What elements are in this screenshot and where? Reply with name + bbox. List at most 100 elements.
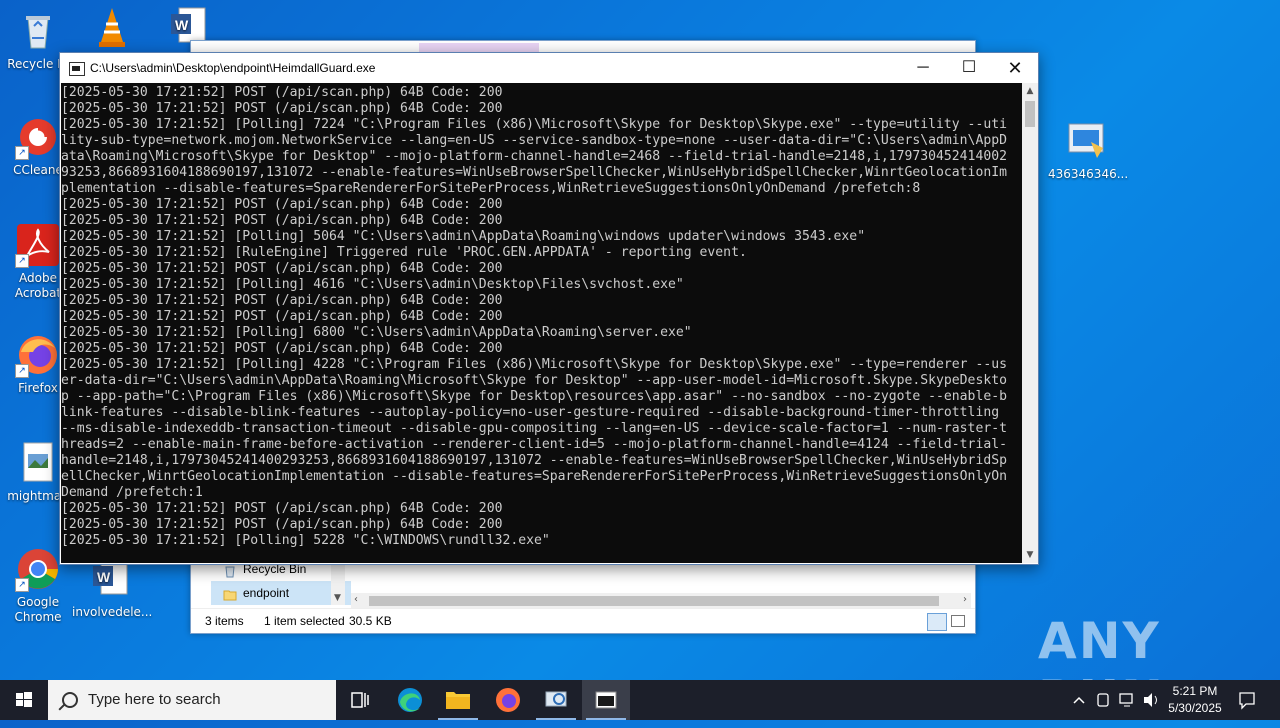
close-button[interactable]: ✕ <box>992 53 1038 83</box>
windows-logo-icon <box>16 692 32 707</box>
desktop-icon-label: involvedele... <box>72 605 153 619</box>
nav-scrollbar[interactable]: ▼ <box>331 561 345 605</box>
vlc-cone-icon <box>89 4 135 50</box>
notifications-button[interactable] <box>1234 680 1260 720</box>
taskbar-console[interactable] <box>582 680 630 720</box>
clock-date: 5/30/2025 <box>1168 701 1222 715</box>
taskbar-file-explorer[interactable] <box>434 680 482 720</box>
chevron-up-icon <box>1073 696 1085 704</box>
console-window[interactable]: C:\Users\admin\Desktop\endpoint\Heimdall… <box>59 52 1039 565</box>
start-button[interactable] <box>0 680 48 720</box>
image-file-icon <box>15 440 61 486</box>
console-line: ata\Roaming\Microsoft\Skype for Desktop"… <box>61 149 1007 164</box>
taskbar-app-tool[interactable] <box>532 680 580 720</box>
taskbar-clock[interactable]: 5:21 PM 5/30/2025 <box>1160 683 1230 717</box>
device-icon <box>1097 693 1109 707</box>
console-line: [2025-05-30 17:21:52] [Polling] 7224 "C:… <box>61 117 1007 132</box>
tray-device-button[interactable] <box>1092 680 1114 720</box>
taskbar-firefox[interactable] <box>484 680 532 720</box>
console-icon <box>595 691 617 709</box>
task-view-button[interactable] <box>336 680 384 720</box>
shortcut-arrow-icon: ↗ <box>15 146 29 160</box>
console-line: lity-sub-type=network.mojom.NetworkServi… <box>61 133 1007 148</box>
console-line: 93253,8668931604188690197,131072 --enabl… <box>61 165 1007 180</box>
status-size: 30.5 KB <box>349 614 392 628</box>
recycle-bin-icon <box>15 8 61 54</box>
console-line: [2025-05-30 17:21:52] POST (/api/scan.ph… <box>61 293 503 308</box>
minimize-button[interactable]: ─ <box>900 53 946 83</box>
adobe-acrobat-icon: ↗ <box>15 222 61 268</box>
magnifier-tool-icon <box>545 691 567 707</box>
console-title-bar[interactable]: C:\Users\admin\Desktop\endpoint\Heimdall… <box>60 53 1038 83</box>
desktop-icon-436346346[interactable]: 436346346... <box>1048 118 1129 182</box>
desktop-icon-label: Google Chrome <box>14 595 62 624</box>
folder-icon <box>446 692 470 709</box>
scroll-down-icon: ▼ <box>334 593 341 603</box>
console-app-icon <box>69 62 85 76</box>
console-line: [2025-05-30 17:21:52] POST (/api/scan.ph… <box>61 261 503 276</box>
firefox-icon <box>496 688 520 712</box>
search-icon <box>62 692 78 708</box>
tray-volume-button[interactable] <box>1140 680 1162 720</box>
shortcut-arrow-icon: ↗ <box>15 364 29 378</box>
console-line: [2025-05-30 17:21:52] POST (/api/scan.ph… <box>61 341 503 356</box>
console-line: hreads=2 --enable-main-frame-before-acti… <box>61 437 1007 452</box>
console-line: [2025-05-30 17:21:52] [Polling] 4228 "C:… <box>61 357 1007 372</box>
scrollbar-thumb[interactable] <box>1025 101 1035 127</box>
console-scrollbar[interactable]: ▲ ▼ <box>1022 83 1038 563</box>
console-line: ellChecker,WinrtGeolocationImplementatio… <box>61 469 1007 484</box>
desktop-icon-label: 436346346... <box>1048 167 1129 181</box>
console-line: [2025-05-30 17:21:52] POST (/api/scan.ph… <box>61 501 503 516</box>
console-line: [2025-05-30 17:21:52] POST (/api/scan.ph… <box>61 213 503 228</box>
horizontal-scrollbar[interactable]: ‹ › <box>351 593 971 609</box>
console-output[interactable]: [2025-05-30 17:21:52] POST (/api/scan.ph… <box>61 83 1023 563</box>
console-line: --ms-disable-indexeddb-transaction-timeo… <box>61 421 1007 436</box>
tray-network-button[interactable] <box>1116 680 1138 720</box>
console-line: [2025-05-30 17:21:52] POST (/api/scan.ph… <box>61 517 503 532</box>
status-selected: 1 item selected <box>264 614 345 628</box>
console-line: [2025-05-30 17:21:52] [Polling] 5228 "C:… <box>61 533 550 548</box>
task-view-icon <box>351 692 369 708</box>
ccleaner-icon: ↗ <box>15 114 61 160</box>
scroll-right-icon: › <box>963 594 967 605</box>
large-icons-view-icon[interactable] <box>951 615 965 627</box>
nav-item-endpoint[interactable]: endpoint <box>211 581 351 605</box>
console-line: [2025-05-30 17:21:52] POST (/api/scan.ph… <box>61 101 503 116</box>
tray-overflow-button[interactable] <box>1068 680 1090 720</box>
status-items-count: 3 items <box>205 614 244 628</box>
firefox-icon: ↗ <box>15 332 61 378</box>
console-line: [2025-05-30 17:21:52] POST (/api/scan.ph… <box>61 197 503 212</box>
svg-text:W: W <box>175 17 189 33</box>
desktop-icon-involvedele[interactable]: W involvedele... <box>72 556 153 620</box>
scroll-down-icon[interactable]: ▼ <box>1022 547 1038 563</box>
console-line: er-data-dir="C:\Users\admin\AppData\Roam… <box>61 373 1007 388</box>
clock-time: 5:21 PM <box>1172 684 1218 698</box>
console-line: [2025-05-30 17:21:52] POST (/api/scan.ph… <box>61 309 503 324</box>
shortcut-arrow-icon: ↗ <box>15 254 29 268</box>
taskbar-search[interactable]: Type here to search <box>48 680 336 720</box>
scroll-left-icon: ‹ <box>354 594 358 605</box>
console-line: [2025-05-30 17:21:52] [Polling] 6800 "C:… <box>61 325 692 340</box>
details-view-icon[interactable] <box>927 613 947 631</box>
console-line: [2025-05-30 17:21:52] [Polling] 4616 "C:… <box>61 277 684 292</box>
desktop-icon-vlc[interactable] <box>74 4 150 53</box>
console-line: link-features --disable-blink-features -… <box>61 405 1000 420</box>
console-line: plementation --disable-features=SpareRen… <box>61 181 921 196</box>
scroll-up-icon[interactable]: ▲ <box>1022 83 1038 99</box>
network-icon <box>1119 693 1133 707</box>
console-line: [2025-05-30 17:21:52] [Polling] 5064 "C:… <box>61 229 866 244</box>
taskbar-edge[interactable] <box>386 680 434 720</box>
scrollbar-thumb[interactable] <box>369 596 939 606</box>
console-line: handle=2148,i,17973045241400293253,86689… <box>61 453 1007 468</box>
console-line: p --app-path="C:\Program Files (x86)\Mic… <box>61 389 1007 404</box>
console-line: [2025-05-30 17:21:52] POST (/api/scan.ph… <box>61 85 503 100</box>
nav-item-label: endpoint <box>243 586 290 600</box>
console-title: C:\Users\admin\Desktop\endpoint\Heimdall… <box>90 61 376 75</box>
notification-icon <box>1239 692 1255 710</box>
setup-file-icon <box>1063 118 1109 164</box>
maximize-button[interactable]: ☐ <box>946 53 992 83</box>
shortcut-arrow-icon: ↗ <box>15 578 29 592</box>
console-line: Demand /prefetch:1 <box>61 485 203 500</box>
folder-icon <box>223 586 237 601</box>
edge-icon <box>398 688 422 712</box>
